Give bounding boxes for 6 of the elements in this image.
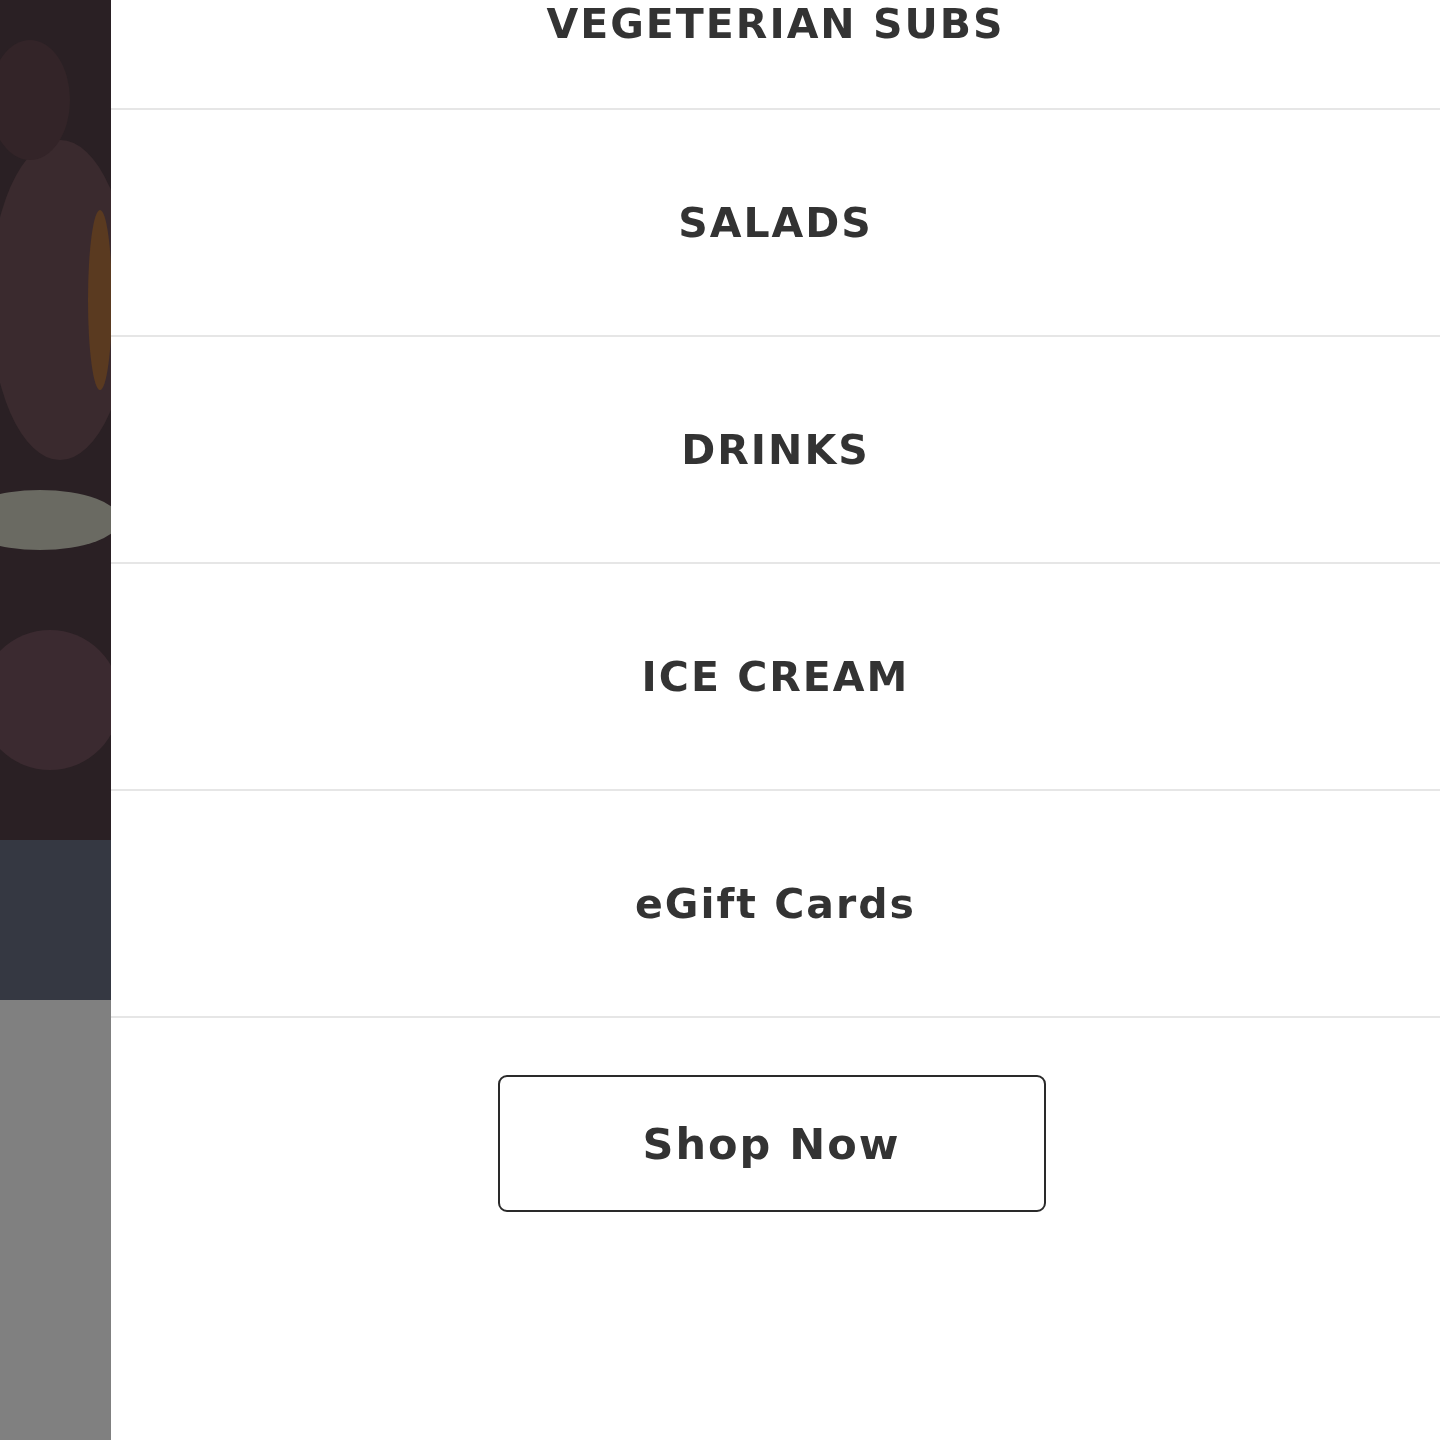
shop-now-button[interactable]: Shop Now	[497, 1075, 1046, 1212]
menu-item[interactable]: DRINKS	[681, 425, 870, 474]
menu-item[interactable]: eGift Cards	[635, 879, 916, 928]
menu-item[interactable]: SALADS	[678, 198, 873, 247]
menu-item[interactable]: ICE CREAM	[641, 652, 910, 701]
menu-item[interactable]: VEGETERIAN SUBS	[546, 0, 1005, 48]
